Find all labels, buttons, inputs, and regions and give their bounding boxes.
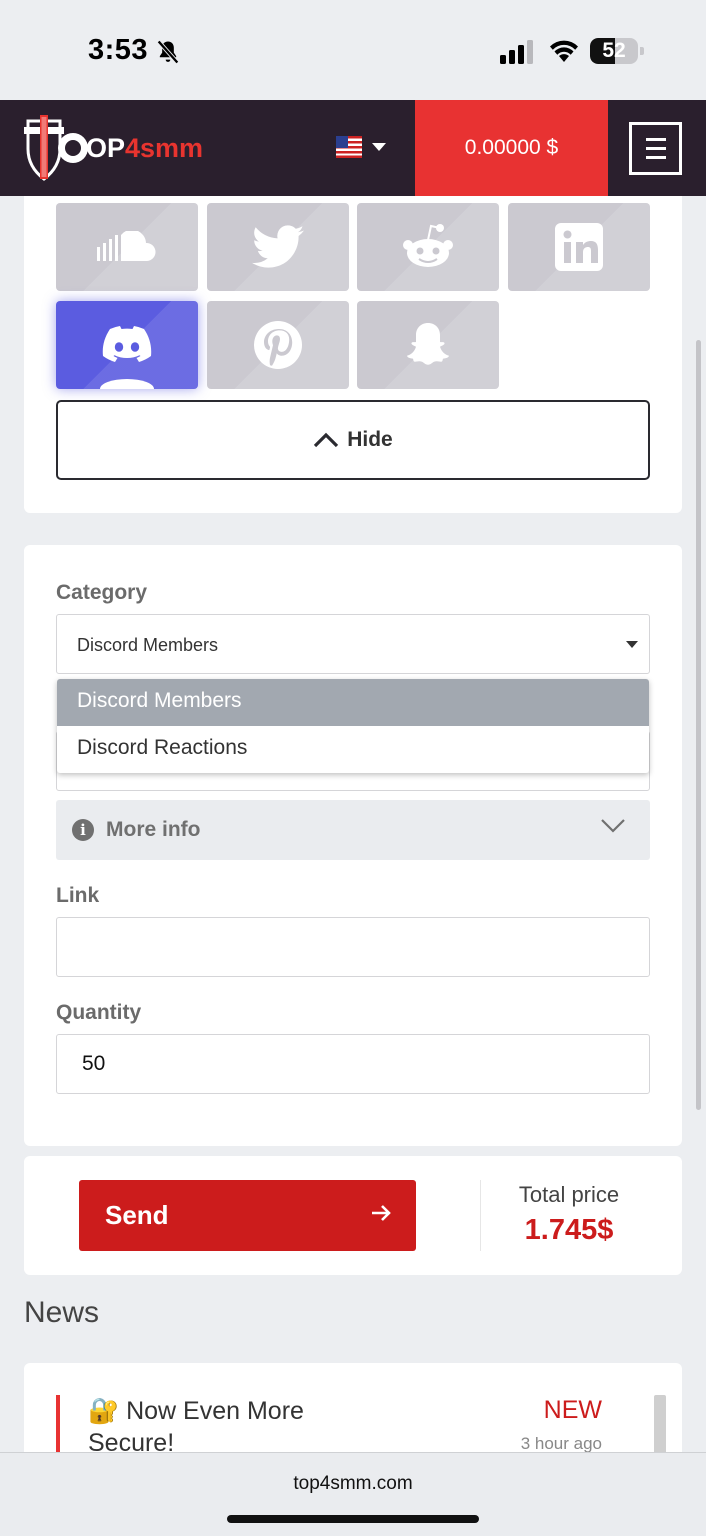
browser-url-bar[interactable]: top4smm.com	[0, 1452, 706, 1536]
news-timestamp: 3 hour ago	[520, 1434, 602, 1453]
more-info-label: More info	[106, 818, 201, 841]
site-header: OP4smm 0.00000 $	[0, 100, 706, 196]
hide-platforms-button[interactable]: Hide	[56, 400, 650, 480]
page-scrollbar[interactable]	[696, 340, 701, 1110]
twitter-icon	[252, 225, 304, 268]
home-indicator[interactable]	[227, 1515, 479, 1523]
platform-tile-twitter[interactable]	[207, 203, 349, 291]
wifi-icon	[550, 40, 578, 62]
quantity-label: Quantity	[56, 1001, 142, 1024]
reddit-icon	[403, 224, 453, 267]
platform-selector-card: Hide	[24, 196, 682, 513]
total-price-label: Total price	[518, 1182, 620, 1207]
platform-tile-soundcloud[interactable]	[56, 203, 198, 291]
platform-tile-snapchat[interactable]	[357, 301, 499, 389]
category-option[interactable]: Discord Reactions	[57, 726, 649, 773]
lock-key-emoji-icon: 🔐	[88, 1397, 120, 1425]
category-option[interactable]: Discord Members	[57, 679, 649, 726]
platform-tile-linkedin[interactable]	[508, 203, 650, 291]
soundcloud-icon	[97, 231, 156, 261]
chevron-down-icon	[601, 819, 625, 833]
language-dropdown-caret-icon[interactable]	[372, 143, 386, 151]
link-label: Link	[56, 884, 100, 907]
order-form-card: Category Discord Members Discord Members…	[24, 545, 682, 1146]
select-caret-icon	[626, 641, 638, 648]
linkedin-icon	[555, 223, 603, 271]
battery-icon: 52	[590, 38, 644, 64]
platform-tile-reddit[interactable]	[357, 203, 499, 291]
news-item-title[interactable]: 🔐 Now Even More Secure!	[88, 1395, 348, 1459]
logo-circle	[58, 133, 88, 163]
hamburger-menu-button[interactable]	[629, 122, 682, 175]
info-icon: i	[72, 819, 94, 841]
site-logo[interactable]: OP4smm	[22, 110, 203, 186]
link-input[interactable]	[56, 917, 650, 977]
send-button[interactable]: Send	[79, 1180, 416, 1251]
logo-wordmark: OP4smm	[86, 132, 204, 163]
silent-bell-icon	[157, 40, 179, 64]
category-select[interactable]: Discord Members	[56, 614, 650, 674]
more-info-toggle[interactable]: i More info	[56, 800, 650, 860]
balance-button[interactable]: 0.00000 $	[415, 100, 608, 196]
news-card: 🔐 Now Even More Secure! NEW 3 hour ago	[24, 1363, 682, 1465]
send-label: Send	[105, 1200, 169, 1230]
category-select-value: Discord Members	[77, 635, 219, 655]
category-dropdown-list: Discord Members Discord Reactions	[57, 679, 649, 773]
category-label: Category	[56, 581, 148, 604]
cellular-signal-icon	[500, 40, 533, 64]
discord-icon	[102, 326, 152, 362]
news-new-badge: NEW	[543, 1396, 602, 1424]
platform-tile-discord[interactable]	[56, 301, 198, 389]
snapchat-icon	[407, 323, 449, 365]
checkout-card: Send Total price 1.745$	[24, 1156, 682, 1275]
pinterest-icon	[254, 321, 302, 369]
quantity-input[interactable]: 50	[56, 1034, 650, 1094]
status-time: 3:53	[88, 34, 149, 66]
status-bar: 3:53 52	[0, 0, 706, 100]
news-heading: News	[24, 1296, 100, 1329]
hide-label: Hide	[347, 428, 393, 451]
arrow-right-icon	[372, 1205, 391, 1221]
chevron-up-icon	[314, 432, 339, 448]
battery-level: 52	[602, 39, 626, 62]
platform-tile-pinterest[interactable]	[207, 301, 349, 389]
url-text: top4smm.com	[293, 1473, 413, 1494]
total-price-value: 1.745$	[524, 1214, 614, 1246]
us-flag-icon[interactable]	[336, 136, 362, 158]
